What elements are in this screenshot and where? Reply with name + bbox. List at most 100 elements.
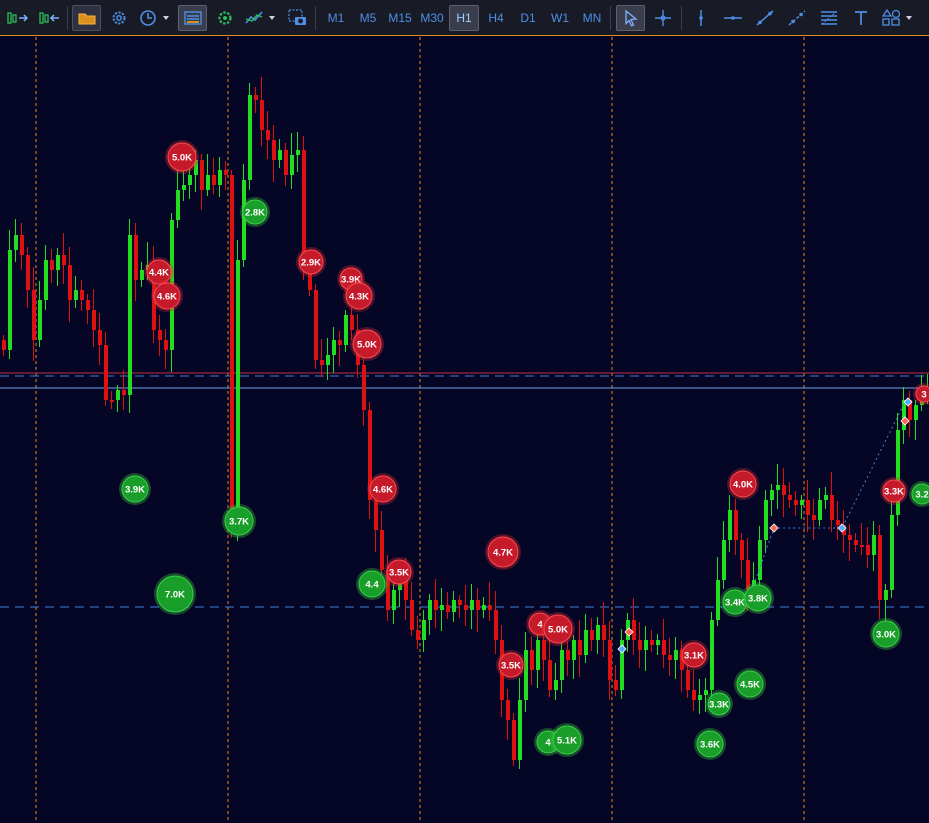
vertical-line-icon[interactable] <box>688 5 714 31</box>
folder-icon[interactable] <box>72 5 101 31</box>
text-icon[interactable] <box>848 5 874 31</box>
bull-candle <box>560 650 564 680</box>
bear-candle <box>866 545 870 555</box>
cursor-icon[interactable] <box>616 5 645 31</box>
svg-text:3.3K: 3.3K <box>884 486 904 497</box>
bull-candle <box>914 405 918 420</box>
sell-volume-bubble: 5.0K <box>165 140 199 174</box>
bull-candle <box>236 260 240 520</box>
bull-candle <box>704 690 708 695</box>
bear-candle <box>692 690 696 700</box>
settings-gear-icon[interactable] <box>106 5 132 31</box>
svg-text:3.9K: 3.9K <box>125 484 145 495</box>
bear-candle <box>50 260 54 270</box>
bear-candle <box>494 610 498 640</box>
svg-text:5.0K: 5.0K <box>548 624 568 635</box>
bull-candle <box>332 340 336 355</box>
svg-text:4.5K: 4.5K <box>740 679 760 690</box>
timeframe-m15[interactable]: M15 <box>385 5 415 31</box>
price-chart[interactable]: 5.0K 4.4K 4.6K 2.9K 3.9K 4.3K 5.0K 4.6K 3.5K 4.7K… <box>0 37 929 823</box>
svg-text:4.3K: 4.3K <box>349 291 369 302</box>
bear-candle <box>614 680 618 690</box>
bear-candle <box>650 640 654 645</box>
svg-text:3.2: 3.2 <box>915 489 928 500</box>
autoscroll-icon[interactable] <box>3 5 32 31</box>
timeframe-d1[interactable]: D1 <box>513 5 543 31</box>
bear-candle <box>668 655 672 660</box>
bull-candle <box>296 150 300 155</box>
sell-volume-bubble: 4.7K <box>485 534 521 570</box>
chart-shift-icon[interactable] <box>35 5 64 31</box>
timeframe-h1[interactable]: H1 <box>449 5 479 31</box>
indicators-icon[interactable] <box>243 5 279 31</box>
bear-candle <box>788 495 792 500</box>
bull-candle <box>536 640 540 670</box>
bear-candle <box>32 290 36 340</box>
sell-volume-bubble: 4.3K <box>343 280 375 312</box>
svg-text:3.5K: 3.5K <box>389 567 409 578</box>
bear-candle <box>434 600 438 610</box>
timeframe-m1[interactable]: M1 <box>321 5 351 31</box>
ray-icon[interactable] <box>784 5 810 31</box>
bear-candle <box>212 175 216 185</box>
bear-candle <box>350 315 354 330</box>
bear-candle <box>158 330 162 340</box>
flower-settings-icon[interactable] <box>212 5 238 31</box>
bull-candle <box>596 625 600 640</box>
crosshair-icon[interactable] <box>650 5 676 31</box>
bear-candle <box>464 605 468 610</box>
bull-candle <box>38 300 42 340</box>
bull-candle <box>728 510 732 540</box>
bear-candle <box>320 360 324 365</box>
svg-text:3.8K: 3.8K <box>748 593 768 604</box>
trade-marker-icon <box>769 523 779 533</box>
shapes-icon[interactable] <box>880 5 916 31</box>
bull-candle <box>392 590 396 610</box>
bear-candle <box>854 540 858 545</box>
timeframe-mn[interactable]: MN <box>577 5 607 31</box>
timeframe-w1[interactable]: W1 <box>545 5 575 31</box>
sell-volume-bubble: 3.1K <box>679 640 709 670</box>
bear-candle <box>608 640 612 680</box>
sell-volume-bubble: 4.0K <box>727 468 759 500</box>
bull-candle <box>452 600 456 612</box>
bear-candle <box>302 150 306 260</box>
timeframe-h4[interactable]: H4 <box>481 5 511 31</box>
buy-volume-bubble: 3.7K <box>222 504 256 538</box>
bull-candle <box>56 255 60 270</box>
bear-candle <box>92 310 96 330</box>
bear-candle <box>122 390 126 395</box>
buy-volume-bubble: 3.0K <box>870 618 902 650</box>
bear-candle <box>20 235 24 255</box>
volumes-icon[interactable] <box>178 5 207 31</box>
bear-candle <box>812 515 816 520</box>
bear-candle <box>314 290 318 360</box>
bull-candle <box>524 650 528 700</box>
horizontal-line-icon[interactable] <box>720 5 746 31</box>
bull-candle <box>674 650 678 660</box>
bull-candle <box>884 590 888 600</box>
bull-candle <box>722 540 726 580</box>
svg-text:3.0K: 3.0K <box>876 629 896 640</box>
bear-candle <box>686 670 690 690</box>
fibonacci-levels-icon[interactable] <box>816 5 842 31</box>
timeframe-m5[interactable]: M5 <box>353 5 383 31</box>
bull-candle <box>554 680 558 690</box>
buy-volume-bubble: 2.8K <box>240 197 270 227</box>
bear-candle <box>848 535 852 540</box>
bull-candle <box>698 695 702 700</box>
bull-candle <box>176 190 180 220</box>
screenshot-camera-icon[interactable] <box>285 5 311 31</box>
clock-icon[interactable] <box>137 5 173 31</box>
bear-candle <box>110 400 114 402</box>
bull-candle <box>758 540 762 580</box>
bear-candle <box>104 345 108 400</box>
svg-text:7.0K: 7.0K <box>165 589 185 600</box>
bull-candle <box>140 270 144 280</box>
trend-line-icon[interactable] <box>752 5 778 31</box>
bear-candle <box>86 300 90 310</box>
bear-candle <box>782 485 786 495</box>
chart-toolbar: M1 M5 M15 M30 H1 H4 D1 W1 MN <box>0 0 929 36</box>
bear-candle <box>26 255 30 290</box>
timeframe-m30[interactable]: M30 <box>417 5 447 31</box>
